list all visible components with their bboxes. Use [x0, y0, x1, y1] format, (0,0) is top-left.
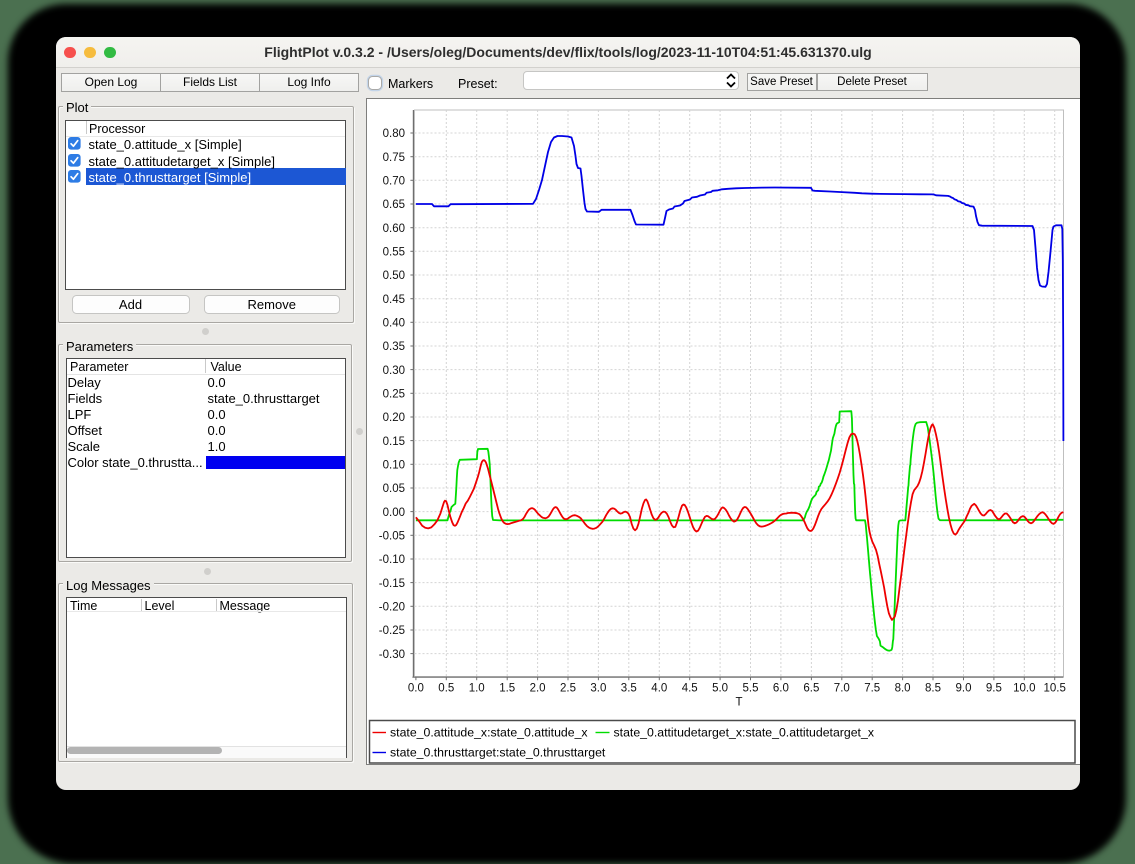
svg-text:3.0: 3.0 — [590, 683, 606, 695]
svg-text:0.10: 0.10 — [383, 460, 405, 472]
svg-text:10.5: 10.5 — [1044, 683, 1066, 695]
svg-text:8.0: 8.0 — [895, 683, 911, 695]
svg-text:2.5: 2.5 — [560, 683, 576, 695]
svg-text:0.00: 0.00 — [383, 507, 405, 519]
svg-text:0.70: 0.70 — [383, 176, 405, 188]
svg-text:0.80: 0.80 — [383, 128, 405, 140]
svg-text:0.60: 0.60 — [383, 223, 405, 235]
svg-text:-0.30: -0.30 — [379, 649, 405, 661]
svg-text:-0.20: -0.20 — [379, 602, 405, 614]
svg-text:-0.05: -0.05 — [379, 531, 405, 543]
svg-text:-0.10: -0.10 — [379, 554, 405, 566]
svg-text:0.15: 0.15 — [383, 436, 405, 448]
svg-text:0.40: 0.40 — [383, 318, 405, 330]
svg-text:4.0: 4.0 — [651, 683, 667, 695]
svg-text:0.05: 0.05 — [383, 483, 405, 495]
svg-text:state_0.thrusttarget:state_0.t: state_0.thrusttarget:state_0.thrusttarge… — [390, 746, 606, 760]
svg-text:4.5: 4.5 — [682, 683, 698, 695]
svg-text:6.5: 6.5 — [803, 683, 819, 695]
svg-text:0.75: 0.75 — [383, 152, 405, 164]
svg-text:6.0: 6.0 — [773, 683, 789, 695]
svg-text:0.20: 0.20 — [383, 412, 405, 424]
svg-text:7.0: 7.0 — [834, 683, 850, 695]
svg-text:0.30: 0.30 — [383, 365, 405, 377]
svg-text:7.5: 7.5 — [864, 683, 880, 695]
svg-text:T: T — [735, 697, 742, 709]
svg-text:state_0.attitude_x:state_0.att: state_0.attitude_x:state_0.attitude_x — [390, 725, 588, 739]
svg-text:0.0: 0.0 — [408, 683, 424, 695]
svg-text:9.0: 9.0 — [956, 683, 972, 695]
svg-text:1.5: 1.5 — [499, 683, 515, 695]
svg-text:0.65: 0.65 — [383, 199, 405, 211]
svg-text:5.5: 5.5 — [743, 683, 759, 695]
svg-text:10.0: 10.0 — [1013, 683, 1035, 695]
svg-text:0.25: 0.25 — [383, 389, 405, 401]
svg-text:8.5: 8.5 — [925, 683, 941, 695]
svg-text:9.5: 9.5 — [986, 683, 1002, 695]
svg-text:3.5: 3.5 — [621, 683, 637, 695]
svg-text:2.0: 2.0 — [530, 683, 546, 695]
svg-text:0.5: 0.5 — [438, 683, 454, 695]
svg-text:0.45: 0.45 — [383, 294, 405, 306]
svg-text:0.55: 0.55 — [383, 247, 405, 259]
svg-text:5.0: 5.0 — [712, 683, 728, 695]
svg-text:state_0.attitudetarget_x:state: state_0.attitudetarget_x:state_0.attitud… — [614, 725, 875, 739]
svg-text:0.35: 0.35 — [383, 341, 405, 353]
svg-text:-0.15: -0.15 — [379, 578, 405, 590]
svg-text:0.50: 0.50 — [383, 270, 405, 282]
svg-text:1.0: 1.0 — [469, 683, 485, 695]
svg-text:-0.25: -0.25 — [379, 625, 405, 637]
